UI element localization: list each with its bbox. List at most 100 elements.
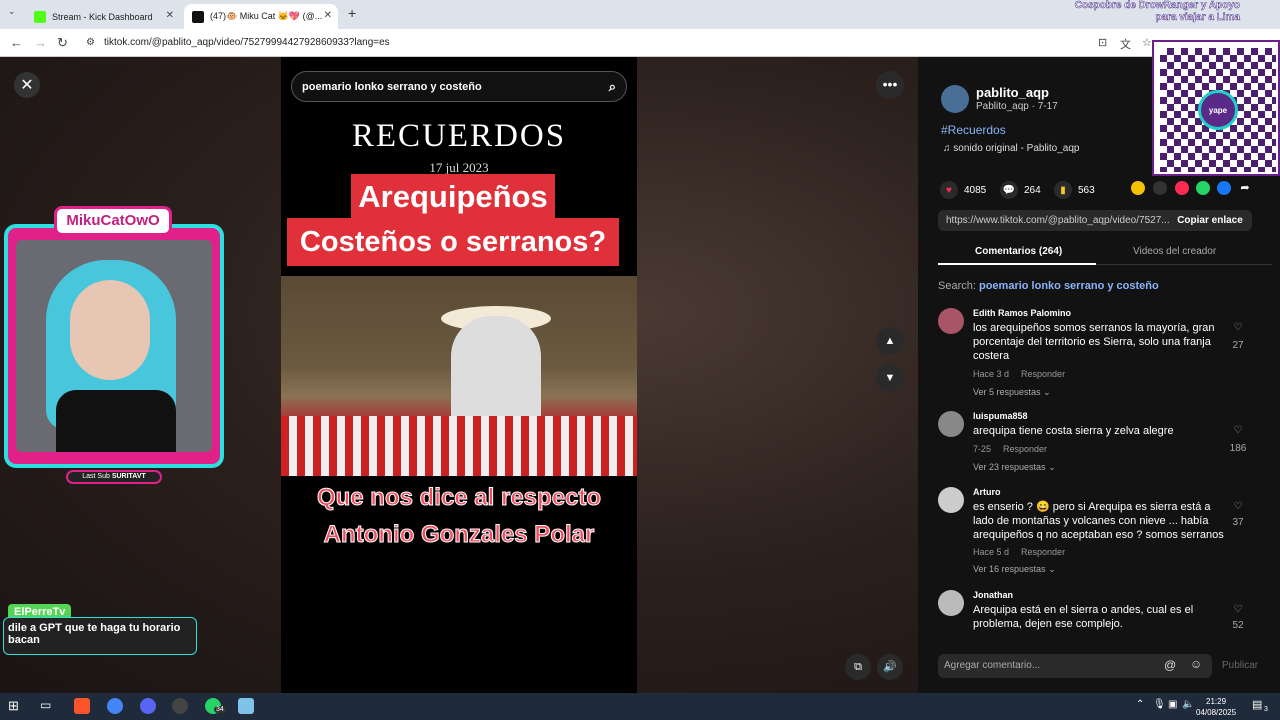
url-field[interactable]: tiktok.com/@pablito_aqp/video/7527999442… <box>104 37 390 48</box>
share-arrow-icon[interactable]: ➦ <box>1238 181 1252 195</box>
comment-like-icon[interactable]: ♡ <box>1224 604 1252 615</box>
tablecloth-shape <box>281 416 637 476</box>
commenter-name[interactable]: luispuma858 <box>973 411 1028 421</box>
bookmark-star-icon[interactable]: ☆ <box>1142 36 1152 49</box>
commenter-avatar[interactable] <box>938 308 964 334</box>
whatsapp-badge: 34 <box>214 706 226 713</box>
notification-icon[interactable]: ▤ <box>1252 698 1262 711</box>
reply-button[interactable]: Responder <box>1021 547 1065 557</box>
notepad-icon[interactable] <box>238 698 254 714</box>
tab-list-icon[interactable]: ⌄ <box>8 6 16 17</box>
music-note-icon: ♫ <box>943 143 951 154</box>
commenter-avatar[interactable] <box>938 411 964 437</box>
network-icon[interactable]: ▣ <box>1168 699 1177 710</box>
publish-button[interactable]: Publicar <box>1222 660 1258 671</box>
site-info-icon[interactable]: ⚙ <box>86 37 95 48</box>
tab-creator-videos[interactable]: Videos del creador <box>1133 246 1216 257</box>
windows-start-icon[interactable]: ⊞ <box>8 698 24 714</box>
search-icon[interactable]: ⌕ <box>609 79 616 95</box>
prev-video-button[interactable]: ▲ <box>876 327 904 355</box>
back-icon[interactable]: ← <box>10 35 23 50</box>
volume-button[interactable]: 🔊 <box>877 654 903 680</box>
new-tab-button[interactable]: + <box>348 5 356 21</box>
video-scene-image <box>281 276 637 476</box>
mention-icon[interactable]: @ <box>1164 658 1176 672</box>
forward-icon[interactable]: → <box>34 35 47 50</box>
heart-icon: ♥ <box>940 181 958 199</box>
last-sub-badge: Last Sub SURITAVT <box>66 470 162 484</box>
comment-search-row[interactable]: Search: poemario lonko serrano y costeño <box>938 280 1159 292</box>
comment-like-count: 27 <box>1232 340 1244 351</box>
more-options-button[interactable]: ••• <box>876 71 904 99</box>
floating-player-button[interactable]: ⧉ <box>845 654 871 680</box>
close-tab-icon[interactable]: ✕ <box>166 10 174 21</box>
comment-text: los arequipeños somos serranos la mayorí… <box>973 322 1215 362</box>
commenter-name[interactable]: Arturo <box>973 487 1001 497</box>
emoji-icon[interactable]: ☺ <box>1190 657 1202 671</box>
reload-icon[interactable]: ↻ <box>57 35 68 51</box>
notification-count: 3 <box>1264 706 1268 713</box>
save-button[interactable]: ▮ 563 <box>1054 181 1095 199</box>
comment-time: Hace 5 d <box>973 547 1010 557</box>
next-video-button[interactable]: ▼ <box>876 364 904 392</box>
search-term[interactable]: poemario lonko serrano y costeño <box>979 280 1159 292</box>
close-video-button[interactable]: ✕ <box>14 72 40 98</box>
view-replies-button[interactable]: Ver 23 respuestas ⌄ <box>973 462 1056 473</box>
video-search-input[interactable]: poemario lonko serrano y costeño ⌕ <box>291 71 627 102</box>
discord-icon[interactable] <box>140 698 156 714</box>
sound-link[interactable]: ♫ sonido original - Pablito_aqp <box>943 143 1079 154</box>
brave-icon[interactable] <box>74 698 90 714</box>
clock-time: 21:29 <box>1206 697 1227 706</box>
comment-text: Arequipa está en el sierra o andes, cual… <box>973 604 1194 630</box>
commenter-avatar[interactable] <box>938 590 964 616</box>
whatsapp-icon[interactable] <box>1196 181 1210 195</box>
tray-chevron-icon[interactable]: ⌃ <box>1136 699 1144 710</box>
author-name[interactable]: pablito_aqp <box>976 85 1049 100</box>
copy-link-button[interactable]: Copiar enlace <box>1168 210 1252 231</box>
comment-button[interactable]: 💬 264 <box>1000 181 1041 199</box>
send-icon[interactable] <box>1175 181 1189 195</box>
chevron-down-icon: ⌄ <box>1048 564 1056 574</box>
system-clock[interactable]: 21:29 04/08/2025 <box>1196 696 1236 718</box>
mic-icon[interactable]: 🎙 <box>1153 699 1166 710</box>
comment-like-icon[interactable]: ♡ <box>1224 501 1252 512</box>
caption-line2: Antonio Gonzales Polar <box>323 521 595 549</box>
tab-kick-dashboard[interactable]: Stream - Kick Dashboard ✕ <box>26 4 180 29</box>
like-count: 4085 <box>964 184 987 196</box>
share-friends-icon[interactable] <box>1131 181 1145 195</box>
tiktok-icon <box>192 10 204 23</box>
commenter-avatar[interactable] <box>938 487 964 513</box>
kick-icon <box>34 10 46 23</box>
comment-text: arequipa tiene costa sierra y zelva aleg… <box>973 425 1174 437</box>
commenter-name[interactable]: Edith Ramos Palomino <box>973 308 1071 318</box>
commenter-name[interactable]: Jonathan <box>973 590 1013 600</box>
tab-tiktok[interactable]: (47)🐵 Miku Cat 🐱💖 (@... ✕ <box>184 4 338 29</box>
task-view-icon[interactable]: ▭ <box>40 698 56 714</box>
search-text: poemario lonko serrano y costeño <box>302 80 482 93</box>
view-replies-button[interactable]: Ver 16 respuestas ⌄ <box>973 564 1056 575</box>
translate-icon[interactable]: 文 <box>1120 36 1131 52</box>
author-avatar[interactable] <box>941 85 969 113</box>
close-tab-icon[interactable]: ✕ <box>324 10 332 21</box>
embed-icon[interactable] <box>1153 181 1167 195</box>
comment-meta: Hace 3 d Responder <box>973 369 1065 379</box>
hashtag-link[interactable]: #Recuerdos <box>941 123 1006 137</box>
install-icon[interactable]: ⊡ <box>1098 36 1107 49</box>
caption-line1: Que nos dice al respecto <box>316 484 602 512</box>
search-prefix: Search: <box>938 280 976 292</box>
reply-button[interactable]: Responder <box>1003 444 1047 454</box>
tab-comments[interactable]: Comentarios (264) <box>975 246 1062 257</box>
replies-label: Ver 23 respuestas <box>973 462 1046 472</box>
active-tab-indicator <box>938 263 1096 265</box>
speaker-icon[interactable]: 🔈 <box>1182 699 1194 710</box>
like-button[interactable]: ♥ 4085 <box>940 181 986 199</box>
yape-logo: yape <box>1198 90 1238 130</box>
comment-like-icon[interactable]: ♡ <box>1224 322 1252 333</box>
chrome-icon[interactable] <box>107 698 123 714</box>
chat-message: dile a GPT que te haga tu horario bacan <box>3 617 197 655</box>
obs-icon[interactable] <box>172 698 188 714</box>
facebook-icon[interactable] <box>1217 181 1231 195</box>
view-replies-button[interactable]: Ver 5 respuestas ⌄ <box>973 387 1051 398</box>
reply-button[interactable]: Responder <box>1021 369 1065 379</box>
comment-like-icon[interactable]: ♡ <box>1224 425 1252 436</box>
